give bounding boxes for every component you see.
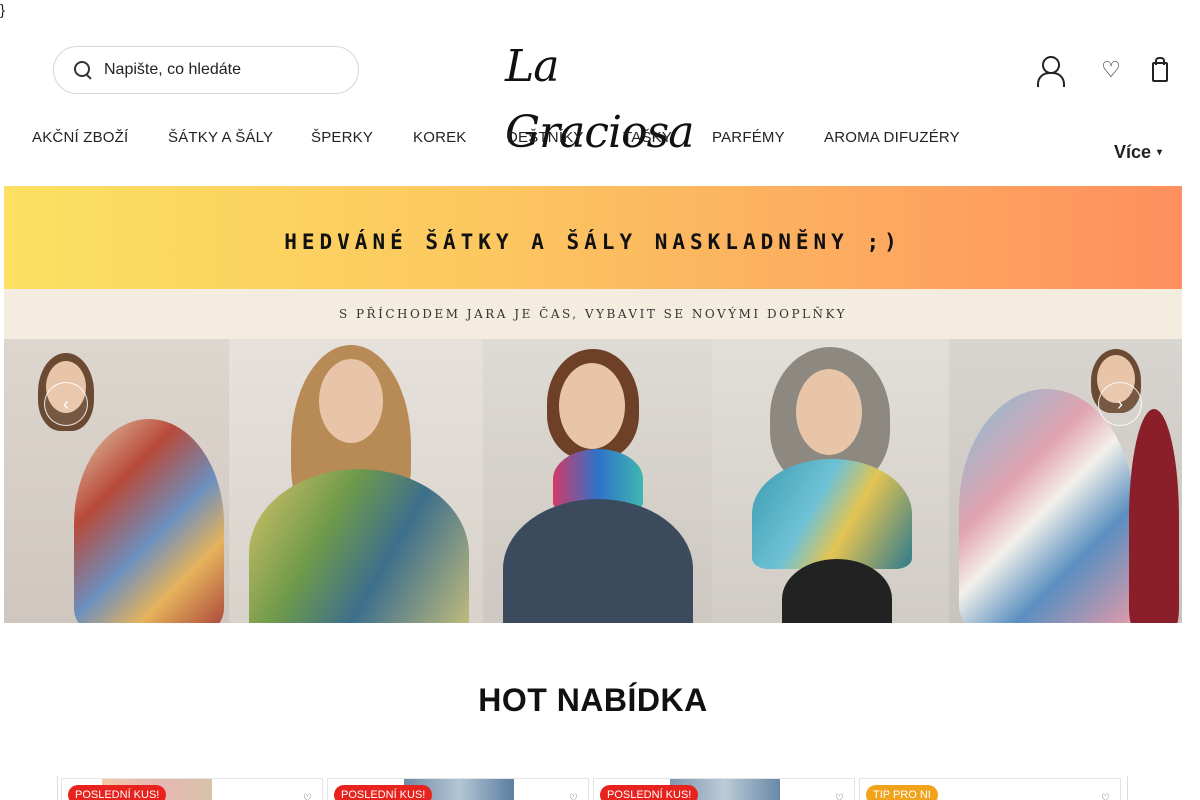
banner-photo-2 bbox=[229, 339, 483, 623]
banner-photo-3 bbox=[483, 339, 712, 623]
search-box[interactable] bbox=[53, 46, 359, 94]
product-badge: POSLEDNÍ KUS! bbox=[600, 785, 699, 800]
heart-icon[interactable]: ♡ bbox=[1101, 793, 1110, 800]
main-nav: AKČNÍ ZBOŽÍ ŠÁTKY A ŠÁLY ŠPERKY KOREK DE… bbox=[0, 126, 1000, 150]
hero-banner[interactable]: HEDVÁNÉ ŠÁTKY A ŠÁLY NASKLADNĚNY ;) S PŘ… bbox=[4, 186, 1182, 623]
nav-item-parfemy[interactable]: PARFÉMY bbox=[712, 126, 785, 150]
product-card[interactable]: POSLEDNÍ KUS! ♡ bbox=[593, 778, 855, 800]
chevron-right-icon: › bbox=[1117, 394, 1123, 414]
banner-headline-strip: HEDVÁNÉ ŠÁTKY A ŠÁLY NASKLADNĚNY ;) bbox=[4, 186, 1182, 289]
heart-icon[interactable]: ♡ bbox=[835, 793, 844, 800]
search-input[interactable] bbox=[104, 57, 344, 83]
nav-item-sperky[interactable]: ŠPERKY bbox=[311, 126, 373, 150]
banner-photo-1 bbox=[4, 339, 229, 623]
banner-subline-strip: S PŘÍCHODEM JARA JE ČAS, VYBAVIT SE NOVÝ… bbox=[4, 289, 1182, 339]
search-icon[interactable] bbox=[72, 59, 94, 81]
product-badge: POSLEDNÍ KUS! bbox=[334, 785, 433, 800]
banner-headline: HEDVÁNÉ ŠÁTKY A ŠÁLY NASKLADNĚNY ;) bbox=[284, 229, 902, 254]
stray-text: } bbox=[0, 2, 6, 19]
nav-item-korek[interactable]: KOREK bbox=[413, 126, 467, 150]
product-card[interactable]: TIP PRO NI ♡ bbox=[859, 778, 1121, 800]
nav-item-akcni-zbozi[interactable]: AKČNÍ ZBOŽÍ bbox=[32, 126, 128, 150]
product-card[interactable]: POSLEDNÍ KUS! ♡ bbox=[327, 778, 589, 800]
banner-photo-5 bbox=[949, 339, 1182, 623]
nav-item-tasky[interactable]: TAŠKY bbox=[623, 126, 672, 150]
banner-photo-4 bbox=[712, 339, 949, 623]
carousel-prev-button[interactable]: ‹ bbox=[44, 382, 88, 426]
chevron-down-icon: ▾ bbox=[1157, 147, 1163, 159]
product-badge: POSLEDNÍ KUS! bbox=[68, 785, 167, 800]
nav-item-aroma-difuzery[interactable]: AROMA DIFUZÉRY bbox=[824, 126, 960, 150]
chevron-left-icon: ‹ bbox=[63, 394, 69, 414]
nav-item-satky-a-saly[interactable]: ŠÁTKY A ŠÁLY bbox=[168, 126, 273, 150]
logo[interactable]: La Graciosa bbox=[505, 34, 694, 158]
product-slider: POSLEDNÍ KUS! ♡ POSLEDNÍ KUS! ♡ POSLEDNÍ… bbox=[57, 776, 1132, 800]
product-card[interactable]: POSLEDNÍ KUS! ♡ bbox=[61, 778, 323, 800]
slider-edge-right bbox=[1127, 776, 1128, 800]
heart-icon[interactable]: ♡ bbox=[569, 793, 578, 800]
nav-item-destniky[interactable]: DEŠTNÍKY bbox=[507, 126, 584, 150]
heart-icon[interactable]: ♡ bbox=[1095, 53, 1127, 87]
banner-photo-collage bbox=[4, 339, 1182, 623]
banner-subline: S PŘÍCHODEM JARA JE ČAS, VYBAVIT SE NOVÝ… bbox=[338, 307, 848, 321]
heart-icon[interactable]: ♡ bbox=[303, 793, 312, 800]
nav-more-label: Více bbox=[1114, 142, 1152, 162]
section-title: HOT NABÍDKA bbox=[478, 682, 708, 718]
nav-more-button[interactable]: Více ▾ bbox=[1114, 141, 1162, 164]
carousel-next-button[interactable]: › bbox=[1098, 382, 1142, 426]
cart-icon[interactable] bbox=[1143, 53, 1175, 87]
product-badge: TIP PRO NI bbox=[866, 785, 938, 800]
user-icon[interactable] bbox=[1034, 53, 1066, 87]
